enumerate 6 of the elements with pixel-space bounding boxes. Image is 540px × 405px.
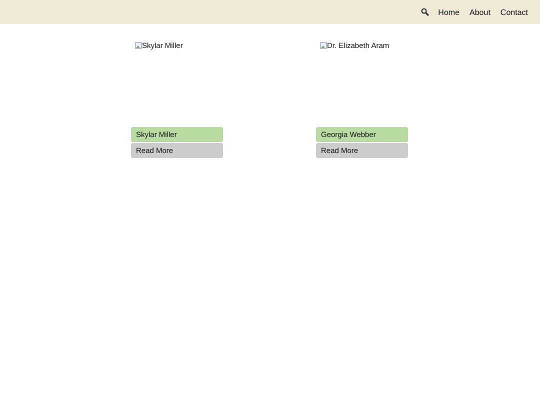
broken-image-icon: [135, 42, 142, 49]
nav-link[interactable]: Contact: [500, 8, 528, 16]
broken-image-icon: [320, 42, 327, 49]
search-icon[interactable]: [421, 8, 430, 16]
nav-link[interactable]: Home: [438, 8, 460, 16]
nav-link[interactable]: About: [470, 8, 490, 16]
